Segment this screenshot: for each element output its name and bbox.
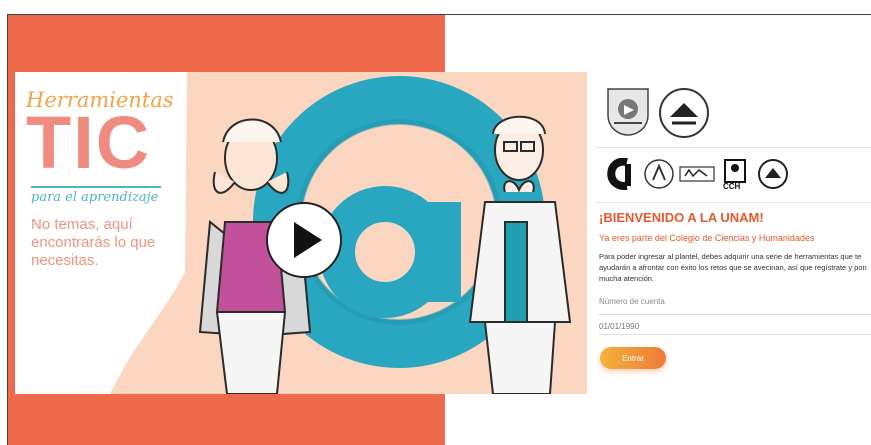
azcapotzalco-seal-icon [644, 159, 674, 189]
window-left-border [0, 14, 8, 445]
birthdate-input[interactable] [599, 318, 871, 335]
welcome-title: ¡BIENVENIDO A LA UNAM! [599, 210, 764, 225]
unam-seal-icon [607, 88, 649, 136]
cch-icon-logo: CCH [721, 158, 751, 194]
divider-logos-top [595, 147, 871, 148]
play-button[interactable] [266, 202, 342, 278]
cch-seal-icon [659, 88, 709, 138]
heading-tic: TIC [26, 101, 152, 184]
play-icon [294, 222, 322, 258]
heading-para-el-aprendizaje: para el aprendizaje [31, 186, 161, 205]
round-seal-icon [758, 159, 788, 189]
cch-logo-text: CCH [723, 182, 741, 191]
welcome-instructions: Para poder ingresar al plantel, debes ad… [599, 252, 867, 283]
vallejo-logo-icon [679, 166, 715, 182]
divider-logos-bottom [595, 202, 871, 203]
account-number-input[interactable] [599, 298, 871, 315]
video-tagline: No temas, aquí encontrarás lo que necesi… [31, 216, 156, 269]
cch-emblem-icon [724, 159, 746, 183]
enter-button[interactable]: Entrar [600, 347, 666, 369]
window-top-border [0, 0, 871, 15]
cch-logo-icon [607, 158, 631, 190]
welcome-subtitle: Ya eres parte del Colegio de Ciencias y … [599, 233, 815, 243]
